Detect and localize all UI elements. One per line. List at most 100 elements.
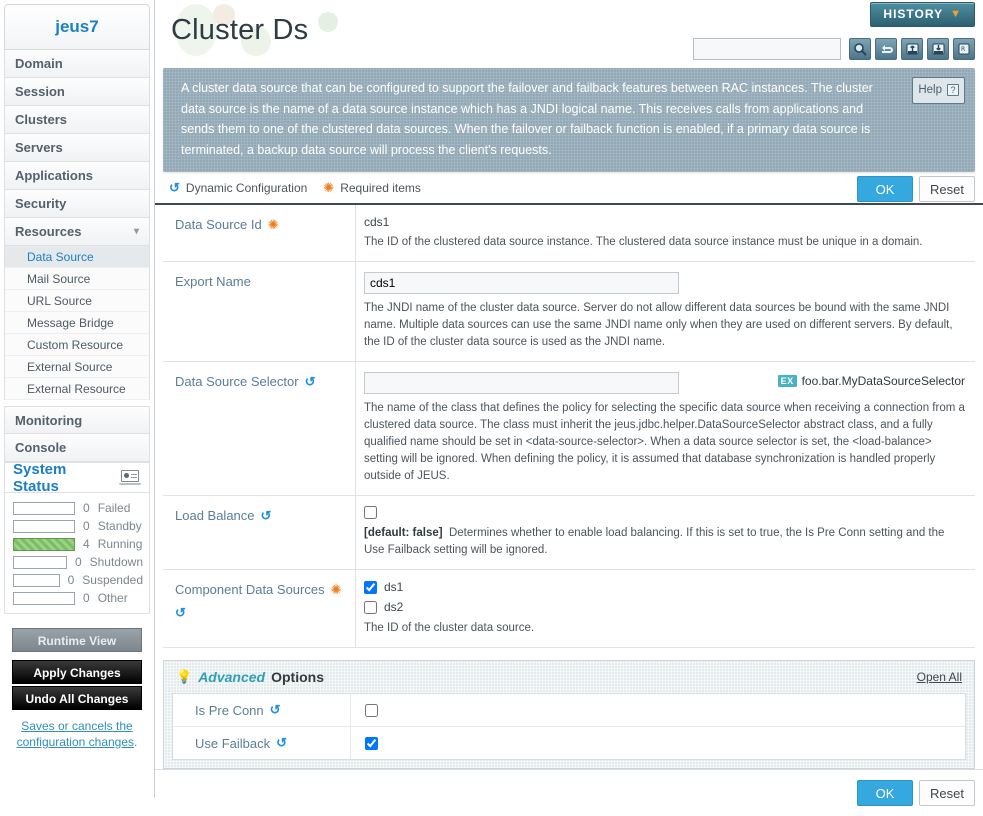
load-balance-checkbox[interactable] xyxy=(364,506,377,519)
form-row-data-source-id: Data Source Id ✺ cds1 The ID of the clus… xyxy=(163,205,975,262)
apply-changes-button[interactable]: Apply Changes xyxy=(12,660,142,684)
advanced-value xyxy=(351,701,381,720)
lightbulb-icon: 💡 xyxy=(176,669,193,684)
sidebar-item-label: Resources xyxy=(15,224,82,239)
sidebar-item-security[interactable]: Security xyxy=(4,190,150,218)
ok-button-top[interactable]: OK xyxy=(857,176,913,202)
required-items-legend: ✺ Required items xyxy=(323,180,421,196)
form-description: The ID of the clustered data source inst… xyxy=(364,236,923,248)
form-description: [default: false] Determines whether to e… xyxy=(364,525,967,559)
description-banner: A cluster data source that can be config… xyxy=(163,68,975,172)
sidebar-item-applications[interactable]: Applications xyxy=(4,162,150,190)
form-body: The JNDI name of the cluster data source… xyxy=(356,262,975,361)
sidebar-item-servers[interactable]: Servers xyxy=(4,134,150,162)
sidebar-item-console[interactable]: Console xyxy=(4,434,150,462)
runtime-view-button[interactable]: Runtime View xyxy=(12,628,142,652)
form-description: The name of the class that defines the p… xyxy=(364,402,965,482)
help-button[interactable]: Help ? xyxy=(912,77,965,104)
status-row-failed: 0 Failed xyxy=(13,501,143,515)
reset-button-top[interactable]: Reset xyxy=(919,176,975,202)
dynamic-config-icon: ↺ xyxy=(260,508,272,523)
search-icon[interactable] xyxy=(849,38,871,60)
sidebar-item-session[interactable]: Session xyxy=(4,78,150,106)
status-count: 0 xyxy=(74,555,82,569)
component-ds1-checkbox[interactable] xyxy=(364,580,377,594)
sidebar-item-clusters[interactable]: Clusters xyxy=(4,106,150,134)
example-hint: EX foo.bar.MyDataSourceSelector xyxy=(777,374,965,388)
sidebar-item-message-bridge[interactable]: Message Bridge xyxy=(5,312,149,334)
top-button-group: OK Reset xyxy=(857,176,975,202)
sidebar-item-mail-source[interactable]: Mail Source xyxy=(5,268,149,290)
svg-text:R: R xyxy=(961,46,965,53)
status-row-suspended: 0 Suspended xyxy=(13,573,143,587)
sidebar-actions: Runtime View Apply Changes Undo All Chan… xyxy=(4,614,150,750)
form-label-text: Data Source Id xyxy=(175,217,262,232)
system-status-title: System Status xyxy=(13,460,67,495)
example-text: foo.bar.MyDataSourceSelector xyxy=(801,374,965,388)
sidebar-item-url-source[interactable]: URL Source xyxy=(5,290,149,312)
status-label: Running xyxy=(97,537,143,551)
advanced-header: 💡 Advanced Options Open All xyxy=(172,669,966,693)
is-pre-conn-checkbox[interactable] xyxy=(365,703,378,717)
status-label: Other xyxy=(97,591,128,605)
sidebar-item-resources[interactable]: Resources ▾ xyxy=(4,218,150,246)
dynamic-config-icon: ↺ xyxy=(269,702,281,717)
help-label: Help xyxy=(918,84,942,96)
component-data-source-item: ds2 xyxy=(364,600,967,614)
sidebar-item-data-source[interactable]: Data Source xyxy=(5,246,149,268)
sidebar-item-label: Session xyxy=(15,84,65,99)
open-all-link[interactable]: Open All xyxy=(917,670,962,684)
xml-import-icon[interactable] xyxy=(901,38,923,60)
component-data-source-item: ds1 xyxy=(364,580,967,594)
undo-all-changes-button[interactable]: Undo All Changes xyxy=(12,686,142,710)
reset-button-bottom[interactable]: Reset xyxy=(919,780,975,806)
footer-button-group: OK Reset xyxy=(155,769,983,816)
sidebar-note: Saves or cancels the configuration chang… xyxy=(12,718,142,750)
default-value-text: [default: false] xyxy=(364,527,443,539)
status-bar xyxy=(13,591,75,605)
sidebar-item-label: Console xyxy=(15,440,67,455)
component-ds2-label: ds2 xyxy=(384,600,404,614)
form-row-component-data-sources: Component Data Sources ✺ ↺ ds1 ds2 The I… xyxy=(163,570,975,648)
action-strip: ↺ Dynamic Configuration ✺ Required items… xyxy=(155,172,983,205)
xml-export-icon[interactable] xyxy=(927,38,949,60)
data-source-selector-input[interactable] xyxy=(364,372,679,394)
export-name-input[interactable] xyxy=(364,272,679,294)
system-status-panel: 0 Failed 0 Standby 4 Running 0 Shutdown … xyxy=(4,492,150,614)
dynamic-config-icon: ↺ xyxy=(304,374,316,389)
sidebar-logo: jeus7 xyxy=(4,4,150,50)
status-label: Shutdown xyxy=(89,555,143,569)
component-ds2-checkbox[interactable] xyxy=(364,600,377,614)
ok-button-bottom[interactable]: OK xyxy=(857,780,913,806)
decor-bubble xyxy=(318,12,338,32)
advanced-row-is-pre-conn: Is Pre Conn ↺ xyxy=(173,694,965,727)
reload-icon[interactable] xyxy=(875,38,897,60)
required-asterisk-icon: ✺ xyxy=(323,180,335,195)
advanced-title-accent: Advanced xyxy=(198,669,266,685)
use-failback-checkbox[interactable] xyxy=(365,736,378,750)
form-body: ds1 ds2 The ID of the cluster data sourc… xyxy=(356,570,975,647)
form-description-text: Determines whether to enable load balanc… xyxy=(364,527,945,556)
sidebar: jeus7 Domain Session Clusters Servers Ap… xyxy=(0,0,155,798)
form-row-data-source-selector: Data Source Selector ↺ EX foo.bar.MyData… xyxy=(163,362,975,496)
main-content: Cluster Ds HISTORY ▼ R A cluster data so… xyxy=(155,0,983,806)
chevron-down-icon: ▾ xyxy=(133,226,139,237)
form-body: cds1 The ID of the clustered data source… xyxy=(356,205,975,261)
system-status-header: System Status xyxy=(4,460,150,495)
search-input[interactable] xyxy=(693,38,841,60)
sidebar-item-domain[interactable]: Domain xyxy=(4,50,150,78)
form-label: Data Source Id ✺ xyxy=(163,205,356,261)
sidebar-item-custom-resource[interactable]: Custom Resource xyxy=(5,334,149,356)
description-text: A cluster data source that can be config… xyxy=(181,81,873,157)
sidebar-note-link[interactable]: Saves or cancels the configuration chang… xyxy=(17,719,134,749)
app-root: jeus7 Domain Session Clusters Servers Ap… xyxy=(0,0,983,806)
form-label: Component Data Sources ✺ ↺ xyxy=(163,570,356,647)
sidebar-item-monitoring[interactable]: Monitoring xyxy=(4,406,150,434)
sidebar-item-external-resource[interactable]: External Resource xyxy=(5,378,149,400)
history-label: HISTORY xyxy=(883,7,944,21)
status-row-shutdown: 0 Shutdown xyxy=(13,555,143,569)
restore-icon[interactable]: R xyxy=(953,38,975,60)
required-items-label: Required items xyxy=(340,181,421,195)
sidebar-item-external-source[interactable]: External Source xyxy=(5,356,149,378)
history-button[interactable]: HISTORY ▼ xyxy=(870,2,975,27)
